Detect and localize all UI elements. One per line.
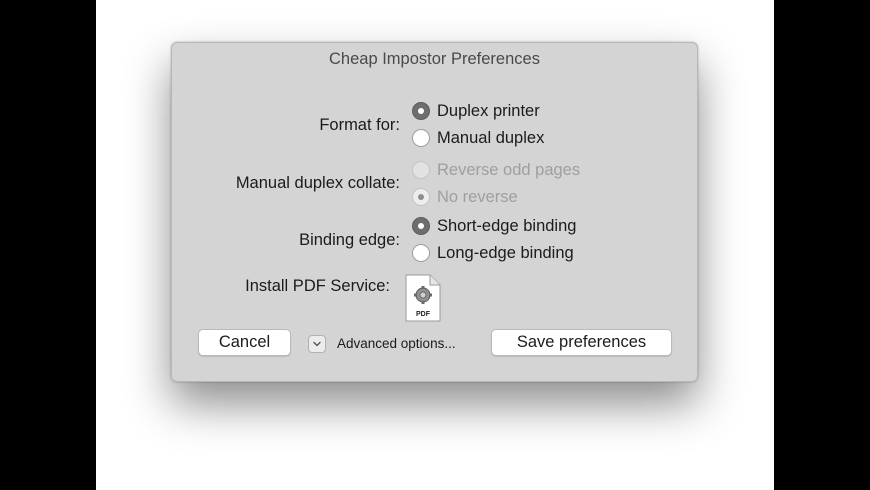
pdf-icon-text: PDF — [416, 311, 431, 318]
manual-duplex-collate-label: Manual duplex collate: — [235, 174, 400, 192]
radio-label: No reverse — [437, 187, 518, 206]
radio-selected-indicator — [412, 188, 430, 206]
radio-no-reverse: No reverse — [412, 186, 518, 208]
binding-edge-label: Binding edge: — [299, 231, 400, 249]
chevron-down-icon — [313, 341, 321, 347]
advanced-options-label[interactable]: Advanced options... — [337, 336, 456, 351]
install-pdf-service-label: Install PDF Service: — [245, 277, 390, 295]
radio-label: Short-edge binding — [437, 216, 577, 235]
radio-short-edge-binding[interactable]: Short-edge binding — [412, 215, 576, 237]
radio-indicator — [412, 129, 430, 147]
advanced-options-disclosure[interactable] — [308, 335, 326, 353]
radio-selected-indicator — [412, 102, 430, 120]
radio-manual-duplex[interactable]: Manual duplex — [412, 127, 544, 149]
radio-indicator — [412, 161, 430, 179]
radio-duplex-printer[interactable]: Duplex printer — [412, 100, 540, 122]
radio-label: Manual duplex — [437, 128, 545, 147]
radio-long-edge-binding[interactable]: Long-edge binding — [412, 242, 574, 264]
preferences-dialog: Cheap Impostor Preferences Format for: D… — [171, 42, 698, 382]
dialog-title: Cheap Impostor Preferences — [329, 50, 540, 68]
format-for-label: Format for: — [319, 116, 400, 134]
radio-indicator — [412, 244, 430, 262]
radio-selected-indicator — [412, 217, 430, 235]
pdf-service-icon[interactable]: PDF — [405, 274, 441, 322]
radio-label: Duplex printer — [437, 101, 540, 120]
radio-label: Reverse odd pages — [437, 160, 581, 179]
radio-reverse-odd-pages: Reverse odd pages — [412, 159, 580, 181]
radio-label: Long-edge binding — [437, 243, 574, 262]
save-preferences-button[interactable]: Save preferences — [491, 329, 672, 356]
cancel-button[interactable]: Cancel — [198, 329, 291, 356]
